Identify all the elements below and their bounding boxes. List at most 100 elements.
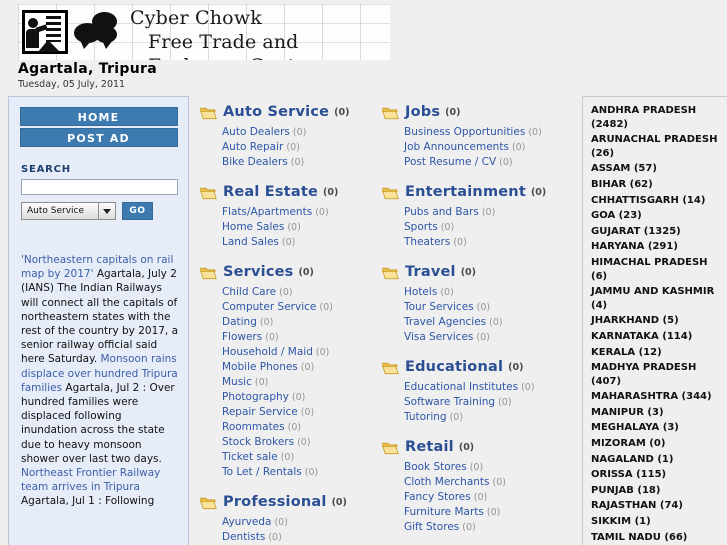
subcategory-list: Hotels (0) Tour Services (0) Travel Agenci… (382, 285, 567, 345)
subcategory-item[interactable]: Dentists (0) (222, 530, 385, 545)
subcategory-item[interactable]: Gift Stores (0) (404, 520, 567, 535)
subcategory-item[interactable]: Auto Dealers (0) (222, 125, 385, 140)
state-list-item[interactable]: BIHAR (62) (591, 178, 723, 192)
subcategory-item[interactable]: Computer Service (0) (222, 300, 385, 315)
subcategory-item[interactable]: Software Training (0) (404, 395, 567, 410)
subcategory-count: (0) (518, 382, 535, 393)
subcategory-label: Child Care (222, 286, 277, 298)
state-list-item[interactable]: GUJARAT (1325) (591, 225, 723, 239)
category-title: Educational (405, 359, 504, 375)
state-list-item[interactable]: ORISSA (115) (591, 468, 723, 482)
subcategory-item[interactable]: Flats/Apartments (0) (222, 205, 385, 220)
state-list-item[interactable]: MANIPUR (3) (591, 406, 723, 420)
subcategory-item[interactable]: Tutoring (0) (404, 410, 567, 425)
state-list-item[interactable]: NAGALAND (1) (591, 453, 723, 467)
state-list-item[interactable]: ANDHRA PRADESH (2482) (591, 104, 723, 131)
subcategory-item[interactable]: To Let / Rentals (0) (222, 465, 385, 480)
category-header-professional[interactable]: Professional (0) (200, 494, 385, 510)
subcategory-item[interactable]: Auto Repair (0) (222, 140, 385, 155)
state-list-item[interactable]: MIZORAM (0) (591, 437, 723, 451)
subcategory-item[interactable]: Child Care (0) (222, 285, 385, 300)
subcategory-item[interactable]: Repair Service (0) (222, 405, 385, 420)
subcategory-item[interactable]: Land Sales (0) (222, 235, 385, 250)
subcategory-count: (0) (251, 377, 269, 388)
category-header-travel[interactable]: Travel (0) (382, 264, 567, 280)
subcategory-item[interactable]: Household / Maid (0) (222, 345, 385, 360)
search-input[interactable] (21, 179, 178, 195)
subcategory-item[interactable]: Flowers (0) (222, 330, 385, 345)
subcategory-count: (0) (256, 317, 274, 328)
subcategory-item[interactable]: Roommates (0) (222, 420, 385, 435)
subcategory-item[interactable]: Travel Agencies (0) (404, 315, 567, 330)
category-column-right: Jobs (0) Business Opportunities (0) Job Ann… (382, 104, 567, 545)
category-header-jobs[interactable]: Jobs (0) (382, 104, 567, 120)
subcategory-item[interactable]: Music (0) (222, 375, 385, 390)
subcategory-count: (0) (301, 467, 319, 478)
post-ad-button[interactable]: POST AD (19, 128, 178, 147)
category-header-retail[interactable]: Retail (0) (382, 439, 567, 455)
subcategory-list: Flats/Apartments (0) Home Sales (0) Land S… (200, 205, 385, 250)
subcategory-item[interactable]: Job Announcements (0) (404, 140, 567, 155)
category-title: Real Estate (223, 184, 319, 200)
news-headline-link[interactable]: Northeast Frontier Railway team arrives … (21, 467, 160, 493)
state-list-item[interactable]: MEGHALAYA (3) (591, 421, 723, 435)
subcategory-item[interactable]: Theaters (0) (404, 235, 567, 250)
subcategory-item[interactable]: Stock Brokers (0) (222, 435, 385, 450)
subcategory-label: Auto Repair (222, 141, 284, 153)
subcategory-item[interactable]: Hotels (0) (404, 285, 567, 300)
subcategory-label: Travel Agencies (404, 316, 487, 328)
subcategory-label: Flowers (222, 331, 263, 343)
subcategory-count: (0) (271, 517, 288, 528)
state-list-item[interactable]: RAJASTHAN (74) (591, 499, 723, 513)
subcategory-item[interactable]: Bike Dealers (0) (222, 155, 385, 170)
subcategory-item[interactable]: Fancy Stores (0) (404, 490, 567, 505)
category-header-auto-service[interactable]: Auto Service (0) (200, 104, 385, 120)
chevron-down-icon[interactable] (99, 202, 116, 220)
state-list-item[interactable]: SIKKIM (1) (591, 515, 723, 529)
category-header-real-estate[interactable]: Real Estate (0) (200, 184, 385, 200)
subcategory-item[interactable]: Tour Services (0) (404, 300, 567, 315)
subcategory-item[interactable]: Sports (0) (404, 220, 567, 235)
subcategory-label: Business Opportunities (404, 126, 526, 138)
state-list-item[interactable]: ARUNACHAL PRADESH (26) (591, 133, 723, 160)
state-list-item[interactable]: HARYANA (291) (591, 240, 723, 254)
subcategory-label: Dating (222, 316, 257, 328)
subcategory-item[interactable]: Pubs and Bars (0) (404, 205, 567, 220)
subcategory-item[interactable]: Ayurveda (0) (222, 515, 385, 530)
state-list-item[interactable]: HIMACHAL PRADESH (6) (591, 256, 723, 283)
search-go-button[interactable]: GO (122, 202, 153, 220)
subcategory-item[interactable]: Ticket sale (0) (222, 450, 385, 465)
category-header-entertainment[interactable]: Entertainment (0) (382, 184, 567, 200)
subcategory-item[interactable]: Cloth Merchants (0) (404, 475, 567, 490)
state-list-item[interactable]: KERALA (12) (591, 346, 723, 360)
state-list-item[interactable]: KARNATAKA (114) (591, 330, 723, 344)
subcategory-item[interactable]: Furniture Marts (0) (404, 505, 567, 520)
category-block: Entertainment (0) Pubs and Bars (0) Sports … (382, 184, 567, 250)
category-header-services[interactable]: Services (0) (200, 264, 385, 280)
state-list-item[interactable]: MADHYA PRADESH (407) (591, 361, 723, 388)
state-list-item[interactable]: GOA (23) (591, 209, 723, 223)
subcategory-item[interactable]: Book Stores (0) (404, 460, 567, 475)
home-button[interactable]: HOME (19, 107, 178, 126)
subcategory-item[interactable]: Educational Institutes (0) (404, 380, 567, 395)
subcategory-list: Child Care (0) Computer Service (0) Dating… (200, 285, 385, 480)
subcategory-item[interactable]: Post Resume / CV (0) (404, 155, 567, 170)
state-list-item[interactable]: JHARKHAND (5) (591, 314, 723, 328)
search-category-select[interactable]: Auto Service (21, 202, 99, 220)
subcategory-label: Home Sales (222, 221, 285, 233)
subcategory-count: (0) (489, 477, 506, 488)
category-header-educational[interactable]: Educational (0) (382, 359, 567, 375)
subcategory-item[interactable]: Business Opportunities (0) (404, 125, 567, 140)
state-list-item[interactable]: TAMIL NADU (66) (591, 531, 723, 545)
subcategory-count: (0) (297, 362, 315, 373)
state-list-item[interactable]: PUNJAB (18) (591, 484, 723, 498)
subcategory-item[interactable]: Photography (0) (222, 390, 385, 405)
state-list-item[interactable]: ASSAM (57) (591, 162, 723, 176)
state-list-item[interactable]: MAHARASHTRA (344) (591, 390, 723, 404)
subcategory-item[interactable]: Home Sales (0) (222, 220, 385, 235)
state-list-item[interactable]: JAMMU AND KASHMIR (4) (591, 285, 723, 312)
subcategory-item[interactable]: Visa Services (0) (404, 330, 567, 345)
state-list-item[interactable]: CHHATTISGARH (14) (591, 194, 723, 208)
subcategory-item[interactable]: Dating (0) (222, 315, 385, 330)
subcategory-item[interactable]: Mobile Phones (0) (222, 360, 385, 375)
